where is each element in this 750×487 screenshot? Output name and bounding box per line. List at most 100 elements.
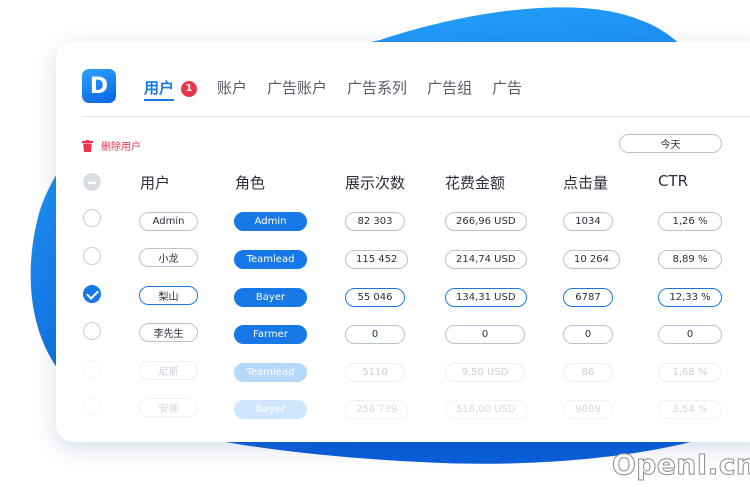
spend-value: 0 (445, 325, 525, 344)
spend-value: 214,74 USD (445, 250, 527, 269)
ctr-value: 3,54 % (658, 400, 722, 419)
tab-ads[interactable]: 广告 (492, 77, 522, 98)
user-name-cell: Admin (139, 209, 198, 231)
row-checkbox[interactable] (83, 322, 101, 340)
clicks-value-cell: 86 (563, 360, 613, 382)
clicks-value: 10 264 (563, 250, 620, 269)
clicks-value: 6787 (563, 288, 613, 307)
role-badge[interactable]: Admin (234, 212, 307, 231)
clicks-value-cell: 6787 (563, 285, 613, 307)
role-badge[interactable]: Teamlead (234, 363, 307, 382)
impressions-value-cell: 82 303 (345, 209, 405, 231)
ctr-value: 8,89 % (658, 250, 722, 269)
role-badge-cell: Bayer (234, 285, 307, 307)
impressions-value: 0 (345, 325, 405, 344)
clicks-value: 9089 (563, 400, 613, 419)
row-checkbox[interactable] (83, 360, 101, 378)
clicks-value-cell: 10 264 (563, 247, 620, 269)
role-badge[interactable]: Farmer (234, 325, 307, 344)
header-clicks[interactable]: 点击量 (563, 172, 608, 193)
impressions-value-cell: 115 452 (345, 247, 409, 269)
impressions-value: 82 303 (345, 212, 405, 231)
watermark: OpenI.cn (611, 448, 750, 482)
tab-ad-groups[interactable]: 广告组 (427, 77, 472, 98)
role-badge-cell: Admin (234, 209, 307, 231)
role-badge-cell: Bayer (234, 397, 307, 419)
user-name-cell: 小龙 (139, 247, 198, 267)
row-checkbox[interactable] (83, 285, 101, 303)
clicks-value-cell: 1034 (563, 209, 613, 231)
ctr-value-cell: 1,68 % (658, 360, 722, 382)
impressions-value: 5110 (345, 363, 405, 382)
clicks-value-cell: 9089 (563, 397, 613, 419)
clicks-value: 1034 (563, 212, 613, 231)
ctr-value: 1,26 % (658, 212, 722, 231)
ctr-value-cell: 0 (658, 322, 722, 344)
spend-value: 516,00 USD (445, 400, 527, 419)
ctr-value-cell: 3,54 % (658, 397, 722, 419)
spend-value: 9,50 USD (445, 363, 525, 382)
role-badge-cell: Teamlead (234, 360, 307, 382)
user-name-cell: 梨山 (139, 285, 198, 305)
impressions-value: 256 739 (345, 400, 409, 419)
tab-users[interactable]: 用户 1 (144, 77, 198, 101)
tab-campaigns[interactable]: 广告系列 (347, 77, 407, 98)
ctr-value-cell: 1,26 % (658, 209, 722, 231)
delete-user-label: 删除用户 (101, 142, 141, 153)
user-name-cell: 李先生 (139, 322, 198, 342)
spend-value: 134,31 USD (445, 288, 527, 307)
header-user[interactable]: 用户 (140, 172, 170, 193)
tab-label: 用户 (144, 78, 175, 101)
user-name-cell: 安娜 (139, 397, 198, 417)
spend-value-cell: 134,31 USD (445, 285, 527, 307)
date-range-select[interactable]: 今天 (619, 134, 722, 153)
spend-value: 266,96 USD (445, 212, 527, 231)
table-row[interactable]: 李先生 Farmer 0 0 0 0 (56, 319, 750, 344)
user-name: 李先生 (139, 323, 198, 342)
ctr-value-cell: 8,89 % (658, 247, 722, 269)
user-name: 小龙 (139, 248, 198, 267)
header-impressions[interactable]: 展示次数 (345, 172, 405, 193)
impressions-value-cell: 5110 (345, 360, 405, 382)
trash-icon (82, 139, 93, 152)
table-header: 用户 角色 展示次数 花费金额 点击量 CTR (56, 172, 750, 192)
ctr-value-cell: 12,33 % (658, 285, 722, 307)
user-name: 尼斯 (139, 361, 198, 380)
table-row[interactable]: 梨山 Bayer 55 046 134,31 USD 6787 12,33 % (56, 282, 750, 307)
clicks-value: 86 (563, 363, 613, 382)
role-badge[interactable]: Bayer (234, 288, 307, 307)
impressions-value-cell: 256 739 (345, 397, 409, 419)
row-checkbox[interactable] (83, 209, 101, 227)
spend-value-cell: 9,50 USD (445, 360, 525, 382)
role-badge[interactable]: Teamlead (234, 250, 307, 269)
notification-badge: 1 (181, 80, 198, 97)
header-ctr[interactable]: CTR (658, 172, 688, 190)
tab-ad-accounts[interactable]: 广告账户 (267, 77, 327, 98)
ctr-value: 12,33 % (658, 288, 722, 307)
role-badge[interactable]: Bayer (234, 400, 307, 419)
select-all-checkbox[interactable] (83, 173, 101, 191)
user-name: 安娜 (139, 398, 198, 417)
tab-accounts[interactable]: 账户 (217, 77, 247, 98)
tab-divider (82, 116, 750, 117)
app-logo[interactable]: D (82, 69, 116, 103)
impressions-value-cell: 55 046 (345, 285, 405, 307)
table-row[interactable]: 安娜 Bayer 256 739 516,00 USD 9089 3,54 % (56, 394, 750, 419)
role-badge-cell: Farmer (234, 322, 307, 344)
header-role[interactable]: 角色 (235, 172, 265, 193)
header-spend[interactable]: 花费金额 (445, 172, 505, 193)
clicks-value-cell: 0 (563, 322, 613, 344)
user-name-cell: 尼斯 (139, 360, 198, 380)
table-row[interactable]: Admin Admin 82 303 266,96 USD 1034 1,26 % (56, 206, 750, 231)
row-checkbox[interactable] (83, 247, 101, 265)
impressions-value: 55 046 (345, 288, 405, 307)
users-panel: D 用户 1 账户 广告账户 广告系列 广告组 广告 删除用户 今天 用户 角色 … (56, 42, 750, 442)
row-checkbox[interactable] (83, 397, 101, 415)
spend-value-cell: 516,00 USD (445, 397, 527, 419)
ctr-value: 0 (658, 325, 722, 344)
delete-user-button[interactable]: 删除用户 (82, 138, 141, 153)
table-row[interactable]: 尼斯 Teamlead 5110 9,50 USD 86 1,68 % (56, 357, 750, 382)
table-row[interactable]: 小龙 Teamlead 115 452 214,74 USD 10 264 8,89 % (56, 244, 750, 269)
spend-value-cell: 266,96 USD (445, 209, 527, 231)
spend-value-cell: 0 (445, 322, 525, 344)
